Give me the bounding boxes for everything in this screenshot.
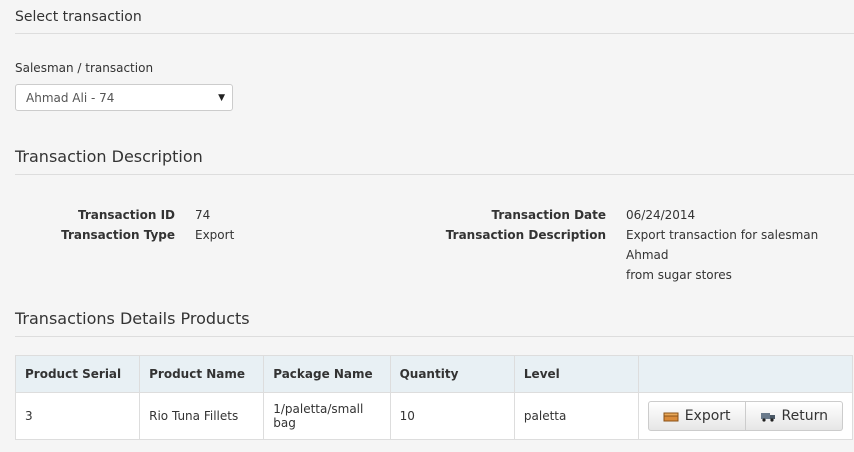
page-title: Select transaction — [15, 9, 854, 34]
transaction-id-value: 74 — [195, 208, 211, 222]
transaction-date-value: 06/24/2014 — [626, 208, 696, 222]
col-level: Level — [513, 355, 639, 393]
transaction-description-heading: Transaction Description — [15, 147, 854, 175]
transaction-type-label: Transaction Type — [61, 228, 175, 242]
box-icon — [663, 412, 679, 421]
truck-icon — [760, 412, 775, 422]
description-line-2: from sugar stores — [626, 268, 732, 282]
return-button-label: Return — [781, 408, 828, 424]
table-row: 3 Rio Tuna Fillets 1/paletta/small bag 1… — [14, 392, 854, 440]
description-line-1: Export transaction for salesman Ahmad — [626, 228, 819, 262]
salesman-transaction-select[interactable]: Ahmad Ali - 74 ▼ — [15, 84, 233, 111]
col-product-serial: Product Serial — [14, 355, 141, 393]
cell-actions: Export Return — [637, 392, 854, 440]
caret-down-icon: ▼ — [218, 93, 225, 103]
transaction-type-value: Export — [195, 228, 235, 242]
cell-product-name: Rio Tuna Fillets — [139, 392, 265, 440]
cell-quantity: 10 — [389, 392, 515, 440]
transaction-date-label: Transaction Date — [491, 208, 606, 222]
col-actions — [637, 355, 854, 393]
transaction-description-label: Transaction Description — [445, 228, 606, 242]
products-heading: Transactions Details Products — [15, 309, 854, 337]
transaction-id-label: Transaction ID — [77, 208, 175, 222]
export-button-label: Export — [684, 408, 731, 424]
table-header-row: Product Serial Product Name Package Name… — [14, 355, 854, 393]
return-button[interactable]: Return — [745, 401, 843, 431]
export-button[interactable]: Export — [647, 401, 746, 431]
cell-level: paletta — [513, 392, 639, 440]
col-package-name: Package Name — [263, 355, 391, 393]
transaction-description-value: Export transaction for salesman Ahmad fr… — [626, 225, 852, 285]
col-quantity: Quantity — [389, 355, 515, 393]
col-product-name: Product Name — [139, 355, 265, 393]
select-value: Ahmad Ali - 74 — [26, 91, 115, 105]
row-action-buttons: Export Return — [647, 401, 843, 431]
products-table: Product Serial Product Name Package Name… — [14, 355, 854, 440]
salesman-transaction-label: Salesman / transaction — [15, 61, 154, 75]
cell-package-name: 1/paletta/small bag — [263, 392, 391, 440]
cell-serial: 3 — [14, 392, 141, 440]
